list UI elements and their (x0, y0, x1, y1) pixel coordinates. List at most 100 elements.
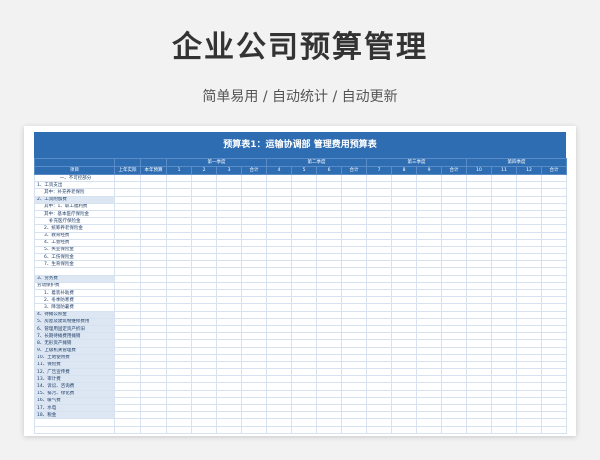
table-cell[interactable] (516, 375, 542, 384)
table-cell[interactable] (491, 231, 517, 240)
table-cell[interactable] (291, 382, 317, 391)
table-cell[interactable] (140, 260, 167, 269)
table-cell[interactable] (341, 173, 367, 183)
table-cell[interactable] (140, 217, 167, 226)
table-cell[interactable] (416, 353, 442, 362)
table-cell[interactable] (366, 173, 392, 183)
table-cell[interactable] (316, 224, 342, 233)
table-cell[interactable] (140, 396, 167, 406)
table-cell[interactable] (416, 217, 442, 226)
table-cell[interactable] (341, 368, 367, 377)
table-cell[interactable] (341, 188, 367, 197)
table-cell[interactable] (441, 217, 467, 226)
table-cell[interactable] (366, 195, 392, 204)
table-cell[interactable] (441, 274, 467, 283)
table-cell[interactable] (241, 353, 267, 362)
table-cell[interactable] (491, 360, 517, 370)
row-label[interactable]: 18、税金 (34, 411, 115, 420)
table-cell[interactable] (391, 274, 417, 283)
table-cell[interactable] (416, 224, 442, 233)
table-cell[interactable] (266, 353, 292, 362)
table-cell[interactable] (341, 346, 367, 355)
table-cell[interactable] (341, 195, 367, 204)
table-cell[interactable] (316, 173, 342, 183)
table-cell[interactable] (366, 281, 392, 291)
table-cell[interactable] (416, 310, 442, 319)
table-cell[interactable] (191, 253, 217, 262)
table-cell[interactable] (114, 346, 141, 355)
table-cell[interactable] (441, 224, 467, 233)
table-cell[interactable] (166, 425, 192, 434)
table-cell[interactable] (541, 346, 567, 355)
table-cell[interactable] (366, 296, 392, 305)
table-cell[interactable] (441, 296, 467, 305)
table-cell[interactable] (366, 396, 392, 406)
table-cell[interactable] (441, 231, 467, 240)
table-cell[interactable] (341, 217, 367, 226)
table-cell[interactable] (191, 324, 217, 334)
table-cell[interactable] (541, 296, 567, 305)
row-label[interactable]: 2、统筹养老保险金 (34, 224, 115, 233)
table-cell[interactable] (391, 303, 417, 312)
table-cell[interactable] (341, 353, 367, 362)
table-cell[interactable] (216, 346, 242, 355)
table-cell[interactable] (316, 260, 342, 269)
table-cell[interactable] (491, 274, 517, 283)
table-cell[interactable] (441, 173, 467, 183)
table-cell[interactable] (266, 253, 292, 262)
table-cell[interactable] (114, 217, 141, 226)
table-cell[interactable] (441, 253, 467, 262)
table-cell[interactable] (466, 209, 492, 219)
table-cell[interactable] (241, 281, 267, 291)
row-label[interactable]: 5、失业保险金 (34, 245, 115, 255)
row-label[interactable]: 13、审计费 (34, 375, 115, 384)
table-cell[interactable] (391, 281, 417, 291)
table-cell[interactable] (266, 288, 292, 298)
table-cell[interactable] (166, 260, 192, 269)
table-cell[interactable] (140, 267, 167, 276)
row-label[interactable]: 16、暖气费 (34, 396, 115, 406)
table-cell[interactable] (191, 260, 217, 269)
table-cell[interactable] (216, 188, 242, 197)
table-cell[interactable] (166, 332, 192, 341)
table-cell[interactable] (391, 396, 417, 406)
table-cell[interactable] (491, 324, 517, 334)
table-cell[interactable] (341, 382, 367, 391)
table-cell[interactable] (291, 253, 317, 262)
table-cell[interactable] (191, 317, 217, 326)
table-cell[interactable] (266, 310, 292, 319)
table-cell[interactable] (216, 303, 242, 312)
table-cell[interactable] (140, 411, 167, 420)
table-cell[interactable] (114, 209, 141, 219)
table-cell[interactable] (366, 188, 392, 197)
table-cell[interactable] (541, 267, 567, 276)
table-cell[interactable] (516, 281, 542, 291)
table-cell[interactable] (316, 332, 342, 341)
table-cell[interactable] (316, 360, 342, 370)
table-cell[interactable] (466, 188, 492, 197)
table-cell[interactable] (266, 195, 292, 204)
table-cell[interactable] (541, 209, 567, 219)
table-cell[interactable] (341, 238, 367, 247)
table-cell[interactable] (216, 217, 242, 226)
table-cell[interactable] (316, 209, 342, 219)
table-cell[interactable] (266, 260, 292, 269)
table-cell[interactable] (341, 303, 367, 312)
table-cell[interactable] (541, 382, 567, 391)
table-cell[interactable] (114, 202, 141, 211)
table-cell[interactable] (166, 360, 192, 370)
table-cell[interactable] (416, 317, 442, 326)
table-cell[interactable] (516, 296, 542, 305)
table-cell[interactable] (541, 317, 567, 326)
table-cell[interactable] (516, 245, 542, 255)
table-cell[interactable] (341, 281, 367, 291)
table-cell[interactable] (416, 339, 442, 348)
table-cell[interactable] (166, 217, 192, 226)
table-cell[interactable] (291, 425, 317, 434)
table-cell[interactable] (341, 418, 367, 427)
table-cell[interactable] (241, 202, 267, 211)
table-cell[interactable] (316, 368, 342, 377)
table-cell[interactable] (366, 339, 392, 348)
table-cell[interactable] (216, 260, 242, 269)
table-cell[interactable] (241, 360, 267, 370)
